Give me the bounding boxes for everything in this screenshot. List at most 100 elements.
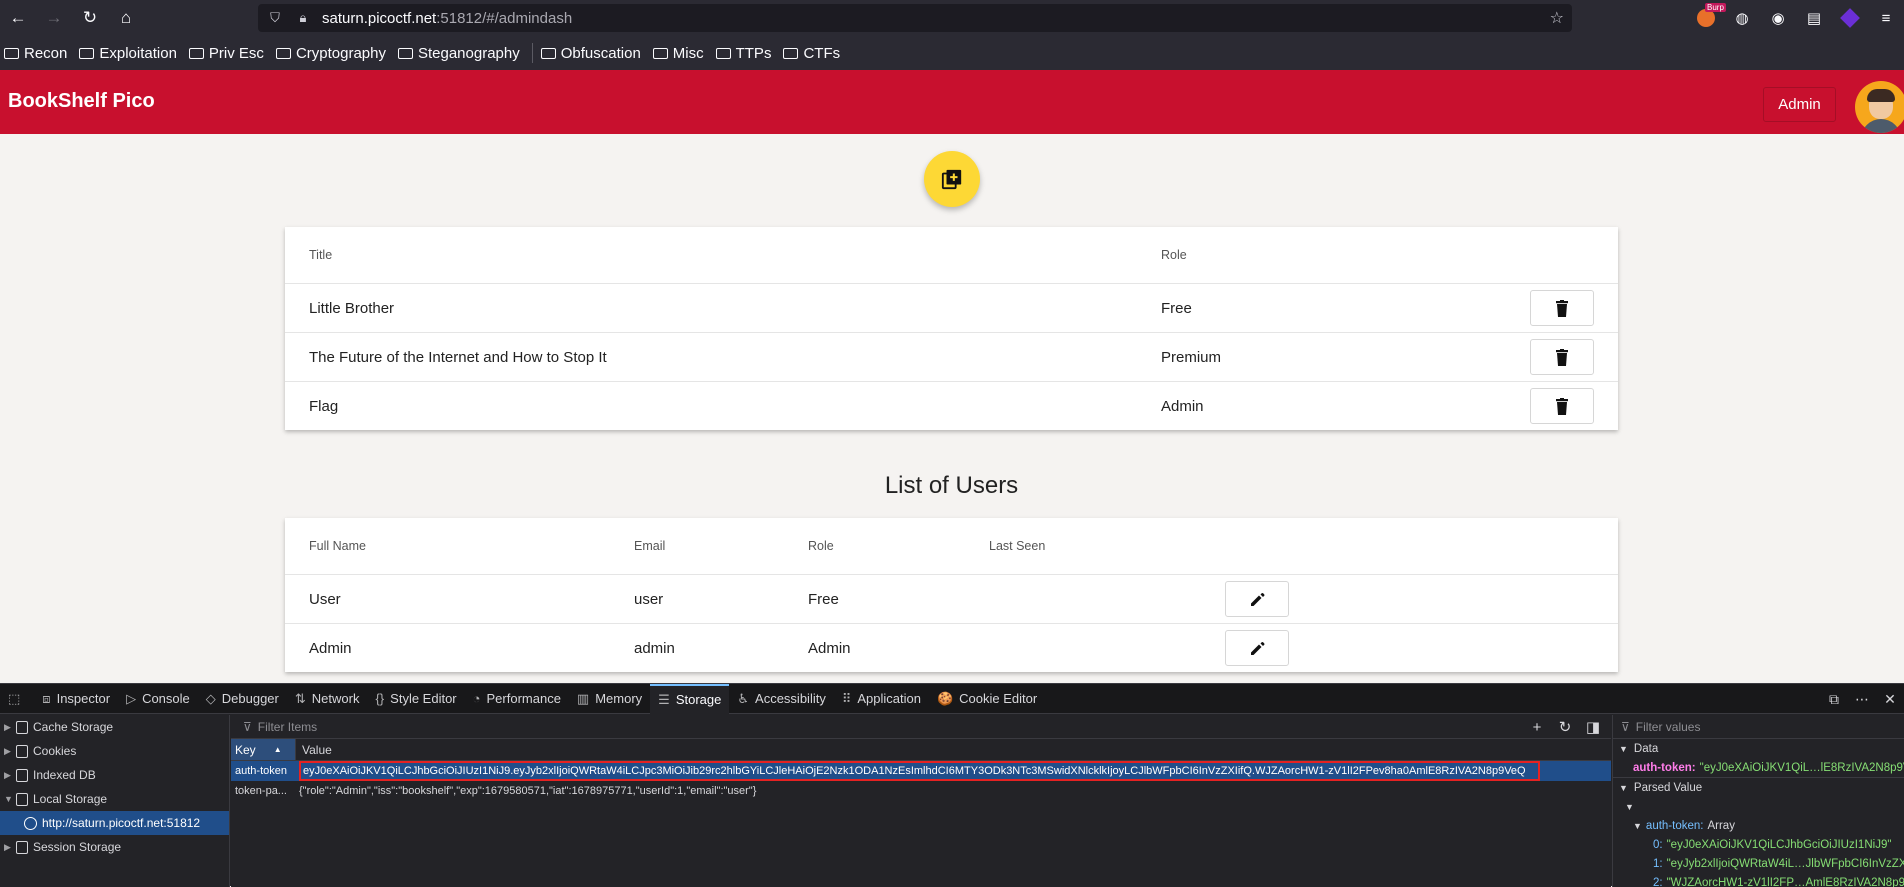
edit-user-button[interactable] <box>1225 581 1289 617</box>
user-role: Admin <box>808 639 851 657</box>
column-header-last-seen[interactable]: Last Seen <box>989 518 1045 574</box>
users-table: Full Name Email Role Last Seen User user… <box>285 518 1618 672</box>
column-header-key[interactable]: Key ▲ <box>231 739 295 760</box>
tab-memory[interactable]: ▥ Memory <box>569 684 650 714</box>
bookmark-misc[interactable]: Misc <box>652 45 704 62</box>
bookmark-cryptography[interactable]: Cryptography <box>275 45 386 62</box>
filter-items-input[interactable]: ⊽ Filter Items + ↻ ◨ <box>231 715 1611 739</box>
wappalyzer-extension-icon[interactable]: ◉ <box>1760 0 1796 36</box>
bookmark-star-icon[interactable]: ☆ <box>1550 8 1564 28</box>
tab-console[interactable]: ▷ Console <box>118 684 198 714</box>
forward-button[interactable]: → <box>36 0 72 36</box>
dock-icon[interactable]: ⧉ <box>1820 691 1848 708</box>
column-header-email[interactable]: Email <box>634 518 665 574</box>
storage-key: auth-token <box>235 765 287 777</box>
book-title: The Future of the Internet and How to St… <box>309 348 607 366</box>
tab-storage[interactable]: ☰ Storage <box>650 683 730 714</box>
tree-item-cookies[interactable]: ▶ Cookies <box>0 739 229 763</box>
table-row[interactable]: token-pa... {"role":"Admin","iss":"books… <box>231 781 1611 801</box>
tree-item-cache-storage[interactable]: ▶ Cache Storage <box>0 715 229 739</box>
cookie-extension-icon[interactable]: ◍ <box>1724 0 1760 36</box>
bookmark-ttps[interactable]: TTPs <box>715 45 771 62</box>
refresh-icon[interactable]: ↻ <box>1551 718 1579 736</box>
collapse-arrow-icon[interactable]: ▼ <box>1619 783 1628 793</box>
delete-book-button[interactable] <box>1530 339 1594 375</box>
expand-arrow-icon[interactable]: ▶ <box>4 770 12 781</box>
app-header: BookShelf Pico Admin <box>0 70 1904 134</box>
tab-performance[interactable]: ◔ Performance <box>465 684 569 714</box>
tab-accessibility[interactable]: ♿ Accessibility <box>729 684 833 714</box>
avatar[interactable] <box>1855 81 1904 133</box>
book-role: Premium <box>1161 348 1222 366</box>
element-picker-icon[interactable]: ⬚ <box>0 684 34 714</box>
filter-values-input[interactable]: ⊽ Filter values <box>1613 715 1904 739</box>
url-bar[interactable]: ⛉ 🔒︎ saturn.picoctf.net:51812/#/admindas… <box>258 4 1572 32</box>
column-header-role[interactable]: Role <box>808 518 834 574</box>
collapse-arrow-icon[interactable]: ▼ <box>4 794 13 804</box>
column-header-full-name[interactable]: Full Name <box>309 518 366 574</box>
accessibility-icon: ♿ <box>737 690 750 706</box>
tree-item-origin[interactable]: http://saturn.picoctf.net:51812 <box>0 811 229 835</box>
extensions-row: Burp ◍ ◉ ▤ ≡ <box>1688 0 1904 36</box>
shield-icon[interactable]: ⛉ <box>264 4 286 32</box>
collapse-arrow-icon[interactable]: ▼ <box>1633 821 1642 831</box>
data-section-label: Data <box>1633 742 1659 755</box>
data-value: "eyJ0eXAiOiJKV1QiL…lE8RzIVA2N8p9VeQ" <box>1699 761 1904 774</box>
more-options-icon[interactable]: ⋯ <box>1848 691 1876 708</box>
ethereum-extension-icon[interactable] <box>1832 0 1868 36</box>
folder-icon <box>783 47 799 59</box>
column-header-value[interactable]: Value <box>295 739 1611 760</box>
menu-icon[interactable]: ≡ <box>1868 0 1904 36</box>
bookmark-obfuscation[interactable]: Obfuscation <box>540 45 641 62</box>
delete-book-button[interactable] <box>1530 290 1594 326</box>
tab-cookie-editor[interactable]: 🍪 Cookie Editor <box>929 684 1045 714</box>
bookmark-exploitation[interactable]: Exploitation <box>79 45 177 62</box>
home-button[interactable]: ⌂ <box>108 0 144 36</box>
data-key: auth-token: <box>1633 761 1696 774</box>
tab-style-editor[interactable]: {} Style Editor <box>367 684 464 714</box>
table-row[interactable]: auth-token eyJ0eXAiOiJKV1QiLCJhbGciOiJIU… <box>231 761 1611 781</box>
user-name: Admin <box>309 639 352 657</box>
storage-table-panel: ⊽ Filter Items + ↻ ◨ Key ▲ Value auth-tok… <box>231 715 1611 887</box>
edit-user-button[interactable] <box>1225 630 1289 666</box>
collapse-arrow-icon[interactable]: ▼ <box>1619 744 1628 754</box>
burp-extension-icon[interactable]: Burp <box>1688 0 1726 36</box>
toggle-sidebar-icon[interactable]: ◨ <box>1579 718 1607 736</box>
lock-icon[interactable]: 🔒︎ <box>292 4 314 32</box>
reload-button[interactable]: ↻ <box>72 0 108 36</box>
bookmark-recon[interactable]: Recon <box>4 45 67 62</box>
add-book-button[interactable] <box>924 151 980 207</box>
table-row: User user Free <box>285 574 1618 623</box>
devtools-tabbar: ⬚ ⧈ Inspector ▷ Console ◇ Debugger ⇅ Network… <box>0 683 1904 714</box>
bookmark-priv-esc[interactable]: Priv Esc <box>188 45 264 62</box>
auth-token-value[interactable]: eyJ0eXAiOiJKV1QiLCJhbGciOiJIUzI1NiJ9.eyJ… <box>299 761 1540 781</box>
tree-item-local-storage[interactable]: ▼ Local Storage <box>0 787 229 811</box>
books-table: Title Role Little Brother Free The Futur… <box>285 227 1618 430</box>
pencil-icon <box>1250 641 1264 655</box>
close-devtools-icon[interactable]: ✕ <box>1876 691 1904 708</box>
column-header-title[interactable]: Title <box>309 227 332 283</box>
container-extension-icon[interactable]: ▤ <box>1796 0 1832 36</box>
tree-item-session-storage[interactable]: ▶ Session Storage <box>0 835 229 859</box>
bookmark-ctfs[interactable]: CTFs <box>783 45 840 62</box>
database-icon <box>16 840 28 854</box>
tab-application[interactable]: ⠿ Application <box>834 684 929 714</box>
add-item-icon[interactable]: + <box>1523 719 1551 736</box>
expand-arrow-icon[interactable]: ▶ <box>4 722 12 733</box>
expand-arrow-icon[interactable]: ▶ <box>4 746 12 757</box>
delete-book-button[interactable] <box>1530 388 1594 424</box>
collapse-arrow-icon[interactable]: ▼ <box>1625 802 1634 812</box>
tree-item-indexed-db[interactable]: ▶ Indexed DB <box>0 763 229 787</box>
tab-debugger[interactable]: ◇ Debugger <box>198 684 287 714</box>
book-role: Free <box>1161 299 1192 317</box>
bookmark-steganography[interactable]: Steganography <box>397 45 520 62</box>
tab-inspector[interactable]: ⧈ Inspector <box>34 684 118 714</box>
app-brand[interactable]: BookShelf Pico <box>8 90 155 113</box>
back-button[interactable]: ← <box>0 0 36 36</box>
user-email: admin <box>634 639 675 657</box>
devtools-panel: ⬚ ⧈ Inspector ▷ Console ◇ Debugger ⇅ Network… <box>0 683 1904 887</box>
admin-button[interactable]: Admin <box>1763 87 1836 122</box>
expand-arrow-icon[interactable]: ▶ <box>4 842 12 853</box>
tab-network[interactable]: ⇅ Network <box>287 684 368 714</box>
column-header-role[interactable]: Role <box>1161 227 1187 283</box>
